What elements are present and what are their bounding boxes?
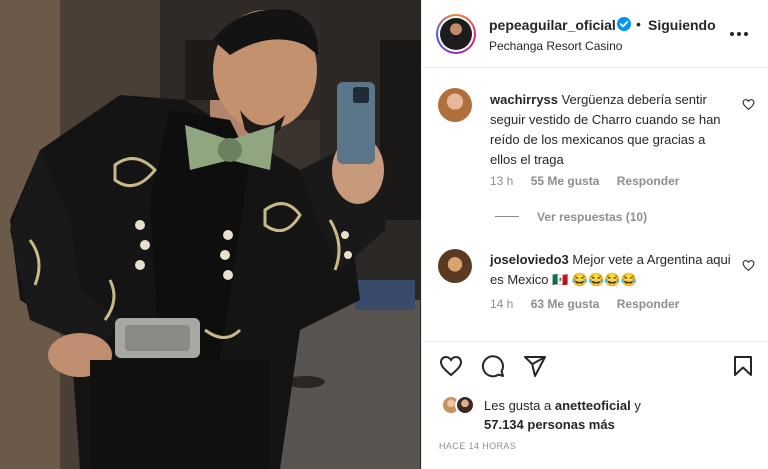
- liker-username[interactable]: anetteoficial: [555, 398, 631, 413]
- comment-time[interactable]: 13 h: [490, 174, 513, 188]
- verified-badge-icon: [617, 17, 631, 31]
- like-comment-heart-icon[interactable]: [742, 98, 755, 111]
- post-header: pepeaguilar_oficial • Siguiendo Pechanga…: [422, 0, 768, 68]
- likes-summary: Les gusta a anetteoficial y 57.134 perso…: [484, 396, 744, 434]
- view-replies-button[interactable]: Ver respuestas (10): [537, 210, 647, 224]
- post-timestamp[interactable]: HACE 14 HORAS: [439, 441, 516, 451]
- share-paper-plane-icon[interactable]: [523, 354, 547, 378]
- comment-meta: 13 h 55 Me gusta Responder: [490, 174, 693, 188]
- post-photo[interactable]: [0, 0, 421, 469]
- commenter-avatar[interactable]: [438, 88, 472, 122]
- reply-button[interactable]: Responder: [617, 297, 680, 311]
- reply-button[interactable]: Responder: [617, 174, 680, 188]
- likers-avatars[interactable]: [441, 395, 477, 417]
- save-bookmark-icon[interactable]: [731, 354, 755, 378]
- replies-divider: [495, 216, 519, 217]
- commenter-username[interactable]: wachirryss: [490, 92, 558, 107]
- following-button[interactable]: Siguiendo: [648, 17, 716, 33]
- author-avatar[interactable]: [436, 14, 476, 54]
- comment-body: joseloviedo3 Mejor vete a Argentina aqui…: [490, 250, 735, 290]
- comment-bubble-icon[interactable]: [481, 354, 505, 378]
- more-options-icon[interactable]: [728, 24, 750, 44]
- comment-body: wachirryss Vergüenza debería sentir segu…: [490, 90, 735, 170]
- comment-likes[interactable]: 55 Me gusta: [531, 174, 600, 188]
- comment-likes[interactable]: 63 Me gusta: [531, 297, 600, 311]
- post-actions-bar: [422, 341, 768, 389]
- likes-prefix: Les gusta a: [484, 398, 552, 413]
- like-heart-icon[interactable]: [439, 354, 463, 378]
- commenter-username[interactable]: joseloviedo3: [490, 252, 569, 267]
- header-separator: •: [636, 16, 641, 32]
- like-comment-heart-icon[interactable]: [742, 259, 755, 272]
- author-username[interactable]: pepeaguilar_oficial: [489, 17, 616, 33]
- likes-count[interactable]: 57.134 personas más: [484, 417, 615, 432]
- comment-time[interactable]: 14 h: [490, 297, 513, 311]
- post-photo-illustration: [0, 0, 421, 469]
- comment-meta: 14 h 63 Me gusta Responder: [490, 297, 693, 311]
- post-location[interactable]: Pechanga Resort Casino: [489, 39, 622, 53]
- commenter-avatar[interactable]: [438, 249, 472, 283]
- likes-joiner: y: [634, 398, 641, 413]
- post-side-panel: pepeaguilar_oficial • Siguiendo Pechanga…: [421, 0, 768, 469]
